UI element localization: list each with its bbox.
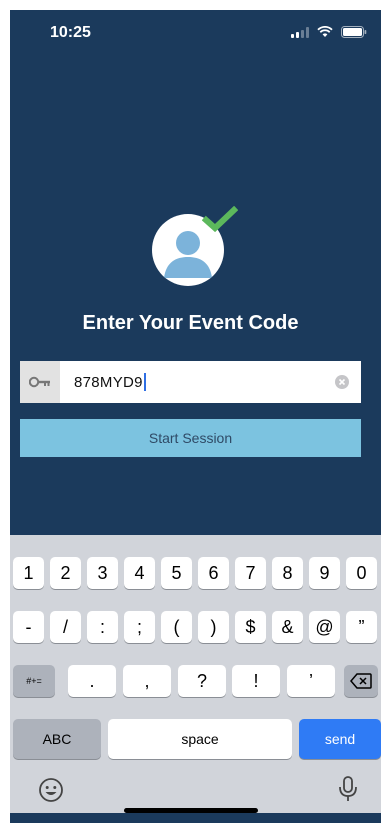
key-7[interactable]: 7 [235, 557, 266, 589]
emoji-icon[interactable] [38, 777, 64, 808]
key-question[interactable]: ? [178, 665, 226, 697]
wifi-icon [317, 26, 333, 38]
abc-key[interactable]: ABC [13, 719, 101, 759]
event-code-text: 878MYD9 [74, 373, 143, 391]
key-1[interactable]: 1 [13, 557, 44, 589]
key-hyphen[interactable]: - [13, 611, 44, 643]
key-5[interactable]: 5 [161, 557, 192, 589]
key-apostrophe[interactable]: ’ [287, 665, 335, 697]
key-4[interactable]: 4 [124, 557, 155, 589]
key-2[interactable]: 2 [50, 557, 81, 589]
text-caret [143, 373, 146, 391]
clear-text-icon[interactable] [335, 375, 349, 394]
space-key[interactable]: space [108, 719, 292, 759]
event-code-value: 878MYD9 [74, 373, 146, 391]
symbols-toggle-key[interactable]: #+= [13, 665, 55, 697]
key-dollar[interactable]: $ [235, 611, 266, 643]
key-ampersand[interactable]: & [272, 611, 303, 643]
key-exclamation[interactable]: ! [232, 665, 280, 697]
delete-key[interactable] [344, 665, 378, 697]
key-close-paren[interactable]: ) [198, 611, 229, 643]
microphone-icon[interactable] [338, 775, 358, 808]
numeric-keyboard: 1 2 3 4 5 6 7 8 9 0 - / : ; ( ) $ & @ ” … [10, 535, 381, 813]
key-period[interactable]: . [68, 665, 116, 697]
status-icons [291, 26, 367, 38]
page-title: Enter Your Event Code [82, 312, 299, 334]
status-time: 10:25 [50, 24, 91, 41]
send-key[interactable]: send [299, 719, 381, 759]
event-code-input[interactable]: 878MYD9 [20, 361, 361, 403]
key-6[interactable]: 6 [198, 557, 229, 589]
key-colon[interactable]: : [87, 611, 118, 643]
key-3[interactable]: 3 [87, 557, 118, 589]
home-indicator[interactable] [124, 808, 258, 813]
key-at[interactable]: @ [309, 611, 340, 643]
key-comma[interactable]: , [123, 665, 171, 697]
key-semicolon[interactable]: ; [124, 611, 155, 643]
key-slash[interactable]: / [50, 611, 81, 643]
checkmark-icon [201, 205, 239, 239]
key-icon [29, 376, 50, 388]
cellular-signal-icon [291, 26, 309, 38]
key-quote[interactable]: ” [346, 611, 377, 643]
start-session-button[interactable]: Start Session [20, 419, 361, 457]
key-0[interactable]: 0 [346, 557, 377, 589]
key-open-paren[interactable]: ( [161, 611, 192, 643]
battery-icon [341, 26, 367, 38]
key-9[interactable]: 9 [309, 557, 340, 589]
key-icon-box [20, 361, 60, 403]
key-8[interactable]: 8 [272, 557, 303, 589]
backspace-icon [350, 673, 372, 689]
